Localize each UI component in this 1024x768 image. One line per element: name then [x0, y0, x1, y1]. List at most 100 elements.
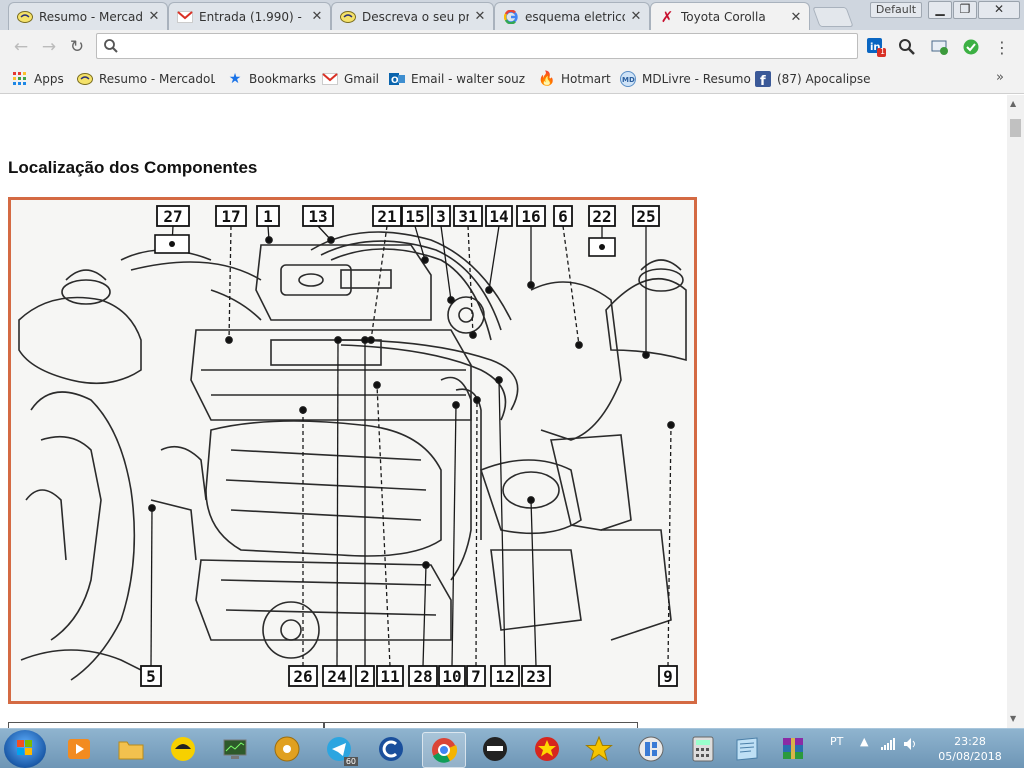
tab-gmail-inbox[interactable]: Entrada (1.990) - w ✕ — [168, 2, 331, 30]
system-clock[interactable]: 23:28 05/08/2018 — [930, 734, 1010, 764]
taskbar-media-player[interactable] — [58, 732, 100, 766]
leader-dot — [447, 296, 455, 304]
taskbar-disc-app[interactable] — [266, 732, 308, 766]
taskbar-notes[interactable] — [726, 732, 768, 766]
taskbar-app-yellow[interactable] — [162, 732, 204, 766]
reload-button[interactable]: ↻ — [66, 36, 88, 58]
leader-dot — [421, 256, 429, 264]
vertical-scrollbar[interactable]: ▲ ▼ — [1007, 95, 1024, 728]
yellow-face-icon — [171, 737, 195, 761]
scroll-up-arrow-icon[interactable]: ▲ — [1010, 99, 1016, 108]
scrollbar-thumb[interactable] — [1010, 119, 1021, 137]
leader-dot — [148, 504, 156, 512]
bookmark-email-walter[interactable]: O Email - walter souza - — [389, 70, 525, 88]
top-callout-label-22: 22 — [592, 207, 611, 226]
bookmark-hotmart[interactable]: 🔥 Hotmart — [538, 70, 610, 88]
forward-button[interactable]: → — [38, 36, 60, 58]
svg-text:MD: MD — [622, 76, 635, 84]
x-red-icon: ✗ — [660, 8, 674, 26]
close-icon[interactable]: ✕ — [789, 10, 803, 25]
leader-dot — [373, 381, 381, 389]
taskbar-star-app[interactable] — [578, 732, 620, 766]
restore-icon[interactable]: ❐ — [953, 1, 977, 19]
bookmark-mdlivre[interactable]: MD MDLivre - Resumo — [620, 70, 751, 88]
window-close-icon[interactable]: ✕ — [978, 1, 1020, 19]
address-input[interactable] — [125, 37, 849, 57]
screen-extension-button[interactable] — [930, 37, 950, 57]
bottom-callout-label-7: 7 — [471, 667, 481, 686]
tab-esquema-eletrico[interactable]: esquema eletrico d ✕ — [494, 2, 650, 30]
gold-star-icon — [585, 735, 613, 762]
top-callout-label-6: 6 — [558, 207, 568, 226]
taskbar-file-explorer[interactable] — [110, 732, 152, 766]
search-icon — [104, 39, 118, 53]
bottom-callout-label-10: 10 — [442, 667, 461, 686]
close-icon[interactable]: ✕ — [147, 9, 161, 24]
close-icon[interactable]: ✕ — [310, 9, 324, 24]
linkedin-extension-button[interactable]: in 1 — [866, 37, 886, 57]
address-bar[interactable] — [96, 33, 858, 59]
top-callout-label-1: 1 — [263, 207, 273, 226]
bookmark-apps[interactable]: Apps — [12, 70, 64, 88]
mercadolivre-icon — [340, 9, 356, 25]
red-star-icon — [535, 737, 559, 761]
profile-button[interactable]: Default — [870, 2, 922, 18]
leader-dot — [527, 281, 535, 289]
notification-badge: 1 — [880, 47, 886, 56]
leader-dot — [469, 331, 477, 339]
zoom-extension-button[interactable] — [897, 37, 917, 57]
taskbar-winrar[interactable] — [772, 732, 814, 766]
monitor-icon — [223, 739, 247, 759]
star-icon: ★ — [228, 71, 242, 87]
taskbar-calculator[interactable] — [682, 732, 724, 766]
network-signal-icon[interactable] — [880, 737, 896, 754]
scroll-down-arrow-icon[interactable]: ▼ — [1010, 714, 1016, 723]
mercadolivre-icon — [77, 71, 93, 87]
minimize-icon[interactable]: ▁ — [928, 1, 952, 19]
taskbar-ninja-app[interactable] — [474, 732, 516, 766]
taskbar-ccleaner[interactable] — [370, 732, 412, 766]
taskbar-monitor-app[interactable] — [214, 732, 256, 766]
chrome-icon — [432, 738, 458, 763]
leader-dot — [527, 496, 535, 504]
tab-resumo-mercado[interactable]: Resumo - Mercado ✕ — [8, 2, 168, 30]
bookmark-apocalipse[interactable]: f (87) Apocalipse — [755, 70, 871, 88]
check-circle-icon — [963, 39, 979, 55]
back-button[interactable]: ← — [10, 36, 32, 58]
taskbar-red-star-app[interactable] — [526, 732, 568, 766]
top-callout-label-21: 21 — [377, 207, 396, 226]
bottom-callout-label-5: 5 — [146, 667, 156, 686]
gmail-icon — [322, 71, 338, 87]
verified-extension-button[interactable] — [961, 37, 981, 57]
close-icon[interactable]: ✕ — [629, 9, 643, 24]
top-callout-label-13: 13 — [308, 207, 327, 226]
bookmark-resumo-mercadolivre[interactable]: Resumo - MercadoLi — [77, 70, 215, 88]
new-tab-button[interactable] — [812, 7, 854, 27]
page-content: Localização dos Componentes 27 17 1 13 2… — [0, 95, 1007, 728]
tab-descreva-produto[interactable]: Descreva o seu pro ✕ — [331, 2, 494, 30]
google-icon — [503, 9, 519, 25]
show-hidden-icons-chevron-icon[interactable]: ▲ — [860, 735, 868, 748]
gmail-icon — [177, 9, 193, 25]
leader-dot — [225, 336, 233, 344]
arrow-left-icon: ← — [13, 37, 29, 57]
leader-dot — [473, 396, 481, 404]
tab-toyota-corolla[interactable]: ✗ Toyota Corolla ✕ — [650, 2, 810, 31]
taskbar-telegram[interactable]: 60 — [318, 732, 360, 766]
language-indicator[interactable]: PT — [830, 735, 843, 748]
top-callout-label-31: 31 — [458, 207, 477, 226]
start-button[interactable] — [4, 730, 46, 768]
leader-dot — [327, 236, 335, 244]
bookmarks-overflow-chevron-icon[interactable]: » — [996, 70, 1004, 85]
disc-icon — [274, 736, 300, 762]
bookmark-bookmarks[interactable]: ★ Bookmarks — [227, 70, 316, 88]
volume-icon[interactable] — [902, 737, 918, 754]
leader-dot — [422, 561, 430, 569]
taskbar-chrome[interactable] — [422, 732, 466, 768]
windows-logo-icon — [17, 740, 32, 755]
taskbar-app-grid[interactable] — [630, 732, 672, 766]
menu-button[interactable]: ⋮ — [992, 37, 1012, 57]
bookmark-gmail[interactable]: Gmail — [322, 70, 379, 88]
close-icon[interactable]: ✕ — [473, 9, 487, 24]
tab-title: Resumo - Mercado — [39, 9, 143, 24]
